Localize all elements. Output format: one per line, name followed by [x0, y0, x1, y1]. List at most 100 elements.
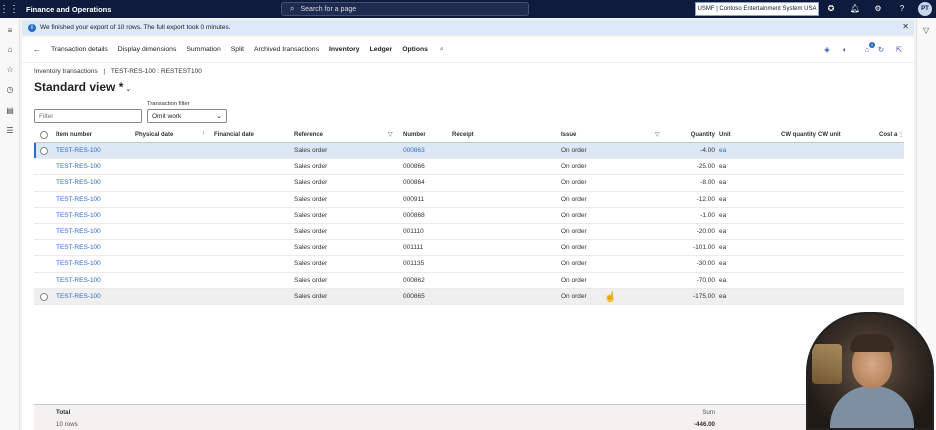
cell-item-number[interactable]: TEST-RES-100	[56, 293, 101, 300]
footer-row-count: 10 rows	[56, 421, 78, 428]
app-title[interactable]: Finance and Operations	[26, 5, 111, 14]
global-search[interactable]: ⌕ Search for a page	[281, 2, 529, 16]
more-columns-icon[interactable]: ⋮	[898, 131, 904, 138]
table-row[interactable]: TEST-RES-100 Sales order 001135 On order…	[34, 256, 904, 273]
cell-unit[interactable]: ea	[719, 147, 726, 154]
copilot-icon[interactable]: ✪	[825, 3, 837, 15]
cell-item-number[interactable]: TEST-RES-100	[56, 277, 101, 284]
company-picker[interactable]: USMF | Contoso Entertainment System USA	[695, 2, 819, 16]
cell-item-number[interactable]: TEST-RES-100	[56, 260, 101, 267]
cell-number[interactable]: 000863	[403, 147, 425, 154]
search-icon: ⌕	[290, 4, 295, 13]
col-cw-unit[interactable]: CW unit	[818, 132, 841, 138]
footer-total-label: Total	[56, 409, 71, 416]
cell-issue: On order	[561, 179, 587, 187]
presenter-hair	[850, 334, 894, 352]
table-row[interactable]: TEST-RES-100 Sales order 000862 On order…	[34, 273, 904, 289]
power-apps-icon[interactable]: ◈	[822, 45, 832, 55]
cell-reference: Sales order	[294, 276, 328, 284]
view-selector[interactable]: Standard view * ⌄	[34, 80, 131, 94]
action-split[interactable]: Split	[231, 46, 244, 53]
app-launcher-icon[interactable]: ⋮⋮	[0, 0, 19, 18]
breadcrumb-current: TEST-RES-100 : RESTEST100	[110, 68, 202, 75]
cell-item-number[interactable]: TEST-RES-100	[56, 196, 101, 203]
cell-item-number[interactable]: TEST-RES-100	[56, 244, 101, 251]
favorites-star-icon[interactable]: ☆	[5, 65, 15, 75]
table-row[interactable]: TEST-RES-100 Sales order 000864 On order…	[34, 175, 904, 192]
navigation-pane: ≡ ⌂ ☆ ◷ ▤ ☰	[0, 18, 20, 430]
table-row[interactable]: TEST-RES-100 Sales order 000865 On order…	[34, 288, 904, 305]
table-row[interactable]: TEST-RES-100 Sales order 000863 On order…	[34, 143, 904, 160]
cell-number: 001110	[403, 227, 424, 235]
cell-item-number[interactable]: TEST-RES-100	[56, 147, 101, 154]
search-placeholder: Search for a page	[300, 5, 357, 13]
col-issue[interactable]: Issue	[561, 132, 576, 138]
cell-item-number[interactable]: TEST-RES-100	[56, 212, 101, 219]
cell-quantity: -175.00	[692, 292, 715, 300]
action-archived-transactions[interactable]: Archived transactions	[254, 46, 319, 53]
cell-issue: On order	[561, 211, 587, 219]
table-row[interactable]: TEST-RES-100 Sales order 000866 On order…	[34, 159, 904, 176]
col-number[interactable]: Number	[403, 132, 426, 138]
cell-reference: Sales order	[294, 163, 328, 171]
office-icon[interactable]: ◐	[840, 45, 850, 55]
filter-input[interactable]	[34, 109, 142, 123]
open-new-window-icon[interactable]: ⇱	[894, 45, 904, 55]
table-row[interactable]: TEST-RES-100 Sales order 001111 On order…	[34, 240, 904, 257]
transactions-grid: Item number Physical date ↑ Financial da…	[34, 128, 904, 305]
transaction-filter-select[interactable]: Omit work ⌄	[147, 109, 227, 123]
notifications-icon[interactable]: 🔔︎	[849, 3, 861, 15]
back-arrow-icon[interactable]: ←	[33, 45, 41, 54]
select-all-radio[interactable]	[40, 131, 48, 139]
col-receipt[interactable]: Receipt	[452, 132, 474, 138]
col-physical-date[interactable]: Physical date	[135, 132, 173, 138]
close-icon[interactable]: ✕	[902, 22, 909, 31]
cell-quantity: -30.00	[696, 260, 715, 268]
filter-funnel-icon[interactable]: ▽	[923, 26, 929, 35]
cell-reference: Sales order	[294, 147, 328, 154]
modules-list-icon[interactable]: ☰	[5, 126, 15, 136]
chevron-down-icon: ⌄	[125, 86, 132, 93]
col-cw-quantity[interactable]: CW quantity	[781, 132, 816, 138]
row-select-radio[interactable]	[40, 147, 48, 155]
workspaces-icon[interactable]: ▤	[5, 106, 15, 116]
action-summation[interactable]: Summation	[186, 46, 220, 53]
action-transaction-details[interactable]: Transaction details	[51, 46, 108, 53]
help-icon[interactable]: ?	[896, 3, 908, 15]
breadcrumb: Inventory transactions | TEST-RES-100 : …	[34, 68, 202, 75]
tab-ledger[interactable]: Ledger	[370, 46, 393, 53]
action-pane: ← Transaction details Display dimensions…	[22, 37, 914, 63]
cell-quantity: -25.00	[696, 163, 715, 171]
cell-item-number[interactable]: TEST-RES-100	[56, 179, 101, 186]
settings-gear-icon[interactable]: ⚙	[872, 3, 884, 15]
attachments-icon[interactable]: ⌂ 1	[862, 42, 875, 55]
col-unit[interactable]: Unit	[719, 132, 731, 138]
col-quantity[interactable]: Quantity	[674, 132, 715, 138]
cell-reference: Sales order	[294, 227, 328, 235]
table-row[interactable]: TEST-RES-100 Sales order 000911 On order…	[34, 192, 904, 208]
table-row[interactable]: TEST-RES-100 Sales order 001110 On order…	[34, 224, 904, 241]
grid-header: Item number Physical date ↑ Financial da…	[34, 128, 904, 143]
action-search-icon[interactable]: ⌕	[440, 46, 444, 54]
user-avatar[interactable]: PT	[918, 2, 932, 16]
hamburger-menu-icon[interactable]: ≡	[5, 26, 15, 36]
recent-clock-icon[interactable]: ◷	[5, 85, 15, 95]
col-item-number[interactable]: Item number	[56, 132, 92, 138]
home-icon[interactable]: ⌂	[5, 45, 15, 55]
cell-reference: Sales order	[294, 292, 328, 300]
cell-number: 000911	[403, 195, 425, 203]
col-cost-amount[interactable]: Cost a	[879, 132, 897, 138]
col-reference[interactable]: Reference	[294, 132, 323, 138]
col-financial-date[interactable]: Financial date	[214, 132, 254, 138]
row-select-radio[interactable]	[40, 292, 48, 301]
tab-inventory[interactable]: Inventory	[329, 46, 360, 53]
table-row[interactable]: TEST-RES-100 Sales order 000868 On order…	[34, 208, 904, 224]
breadcrumb-parent[interactable]: Inventory transactions	[34, 68, 98, 75]
cell-unit: ea	[719, 244, 727, 252]
webcam-overlay	[806, 312, 934, 430]
tab-options[interactable]: Options	[402, 46, 428, 53]
cell-item-number[interactable]: TEST-RES-100	[56, 228, 101, 235]
action-display-dimensions[interactable]: Display dimensions	[118, 46, 177, 53]
refresh-icon[interactable]: ↻	[876, 45, 886, 55]
cell-item-number[interactable]: TEST-RES-100	[56, 163, 101, 170]
